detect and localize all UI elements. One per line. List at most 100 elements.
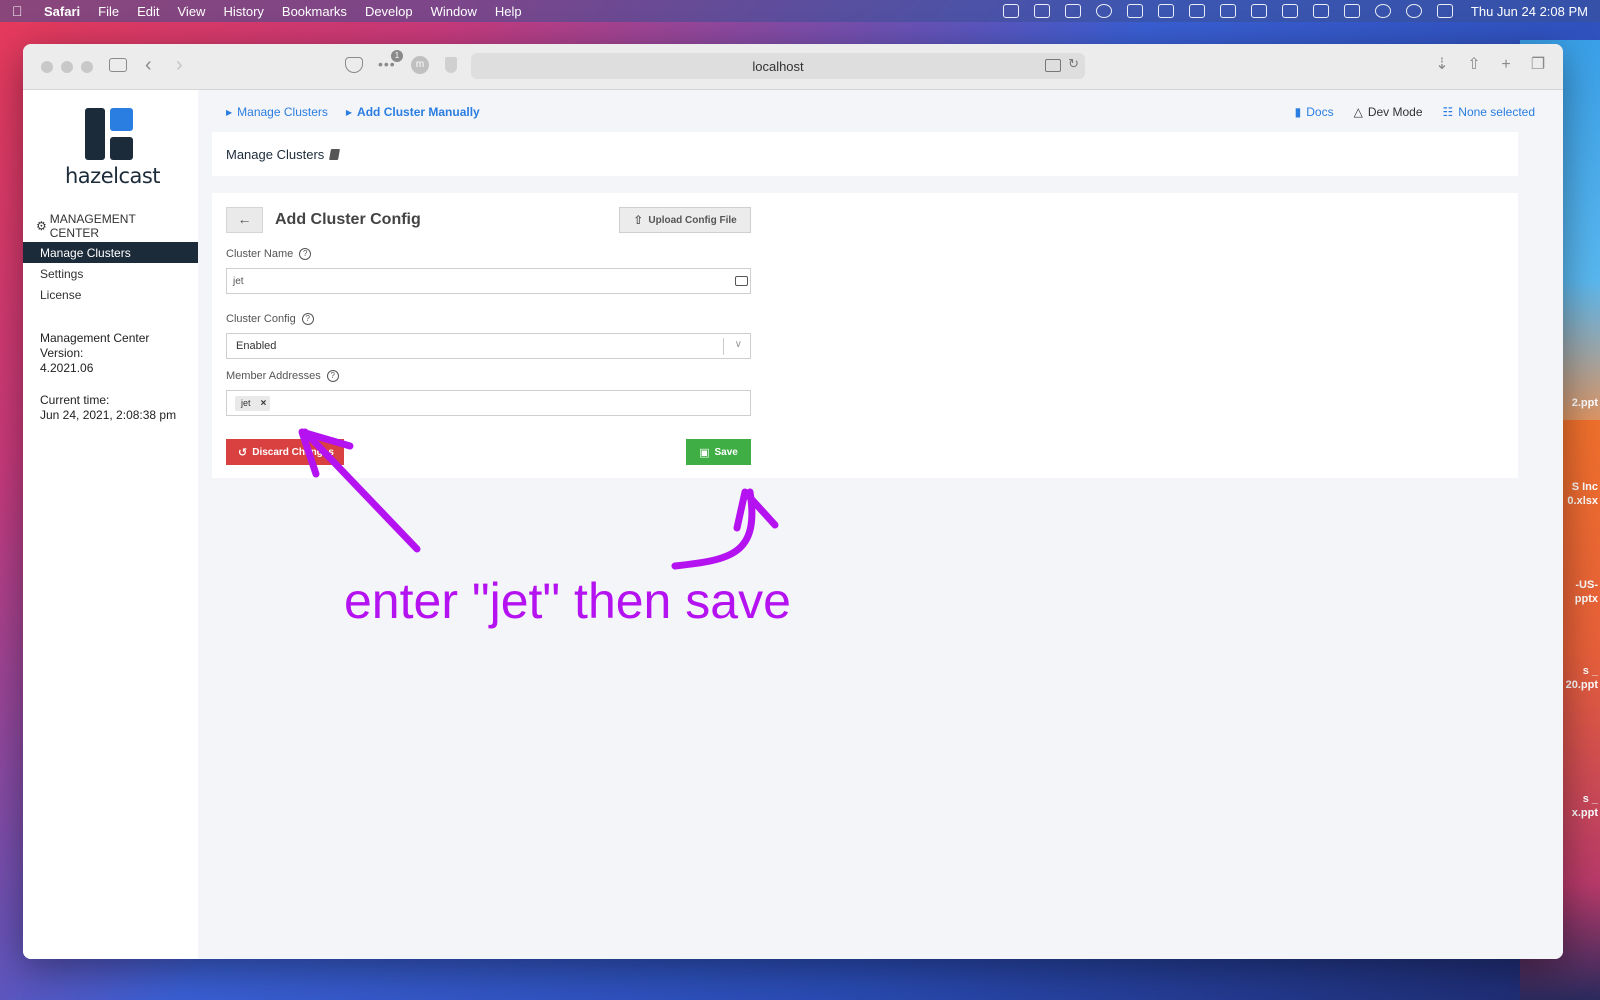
vpn-icon[interactable] [1281, 4, 1298, 18]
control-center-icon[interactable] [1436, 4, 1453, 18]
browser-toolbar: ‹ › ••• 1 m localhost ↻ ⇣ ⇧ + ❐ [23, 44, 1563, 90]
version-value: 4.2021.06 [40, 361, 94, 375]
upload-config-button[interactable]: ⇧ Upload Config File [619, 207, 751, 233]
minimize-window-icon[interactable] [61, 60, 73, 73]
menu-help[interactable]: Help [495, 4, 522, 19]
sidebar-item-license[interactable]: License [23, 284, 198, 305]
member-addresses-label-row: Member Addresses ? [226, 370, 339, 382]
shield-icon[interactable] [1126, 4, 1143, 18]
desktop-file-label[interactable]: pptx [1575, 593, 1598, 605]
pocket-icon[interactable] [345, 57, 363, 73]
sidebar-toggle-icon[interactable] [109, 58, 127, 72]
layout-icon[interactable] [1250, 4, 1267, 18]
menu-app-name[interactable]: Safari [44, 4, 80, 19]
hazelcast-logo-mark [85, 108, 135, 160]
version-info: Management Center Version: 4.2021.06 [40, 331, 150, 376]
docker-icon[interactable] [1033, 4, 1050, 18]
cluster-config-label-row: Cluster Config ? [226, 313, 314, 325]
menu-edit[interactable]: Edit [137, 4, 159, 19]
contact-card-icon[interactable] [735, 276, 748, 286]
tab-overview-icon[interactable]: ❐ [1529, 56, 1547, 74]
page-title-bar: Manage Clusters [212, 132, 1518, 176]
desktop-file-label[interactable]: s _ [1583, 793, 1598, 805]
link-icon[interactable] [1343, 4, 1360, 18]
pause-icon[interactable] [1095, 4, 1112, 18]
menu-develop[interactable]: Develop [365, 4, 413, 19]
arrow-left-icon: ← [237, 211, 252, 227]
help-icon[interactable]: ? [299, 248, 312, 260]
extension-shield-icon[interactable] [445, 57, 457, 73]
tray-app-icon[interactable] [1002, 4, 1019, 18]
desktop-file-label[interactable]: x.ppt [1572, 807, 1598, 819]
close-window-icon[interactable] [41, 60, 53, 73]
cluster-config-select[interactable]: Enabled ∨ [226, 333, 751, 359]
sidebar-item-settings[interactable]: Settings [23, 263, 198, 284]
extension-m-icon[interactable]: m [411, 56, 429, 74]
check-icon[interactable] [1188, 4, 1205, 18]
reload-icon[interactable]: ↻ [1068, 56, 1079, 72]
bi-icon[interactable] [1157, 4, 1174, 18]
select-divider [723, 338, 724, 355]
caret-right-icon: ▶ [345, 107, 353, 117]
menu-bookmarks[interactable]: Bookmarks [282, 4, 347, 19]
menu-window[interactable]: Window [431, 4, 477, 19]
book-icon: ▮ [1294, 105, 1302, 119]
new-tab-icon[interactable]: + [1497, 56, 1515, 74]
back-button[interactable]: ← [226, 207, 263, 233]
version-label: Management Center Version: [40, 331, 150, 360]
dev-mode-toggle[interactable]: △ Dev Mode [1354, 105, 1423, 119]
breadcrumb: ▶ Manage Clusters ▶ Add Cluster Manually [226, 105, 498, 119]
hazelcast-logo[interactable]: hazelcast [65, 108, 161, 188]
sidebar-item-manage-clusters[interactable]: Manage Clusters [23, 242, 198, 263]
zoom-window-icon[interactable] [81, 60, 93, 73]
share-icon[interactable]: ⇧ [1465, 56, 1483, 74]
user-icon[interactable] [1374, 4, 1391, 18]
member-address-tag: jet × [235, 395, 271, 411]
desktop-file-label[interactable]: 2.ppt [1572, 397, 1598, 409]
menu-clock[interactable]: Thu Jun 24 2:08 PM [1471, 4, 1588, 19]
docs-link[interactable]: ▮ Docs [1295, 105, 1334, 119]
toolbar-right-group: ⇣ ⇧ + ❐ [1419, 56, 1547, 74]
desktop-file-label[interactable]: 0.xlsx [1567, 495, 1598, 507]
downloads-icon[interactable]: ⇣ [1433, 56, 1451, 74]
menu-file[interactable]: File [98, 4, 119, 19]
desktop-file-label[interactable]: 20.ppt [1566, 679, 1598, 691]
menu-history[interactable]: History [223, 4, 263, 19]
member-addresses-input[interactable]: jet × [226, 390, 751, 416]
forward-icon[interactable]: › [176, 54, 183, 77]
address-bar[interactable]: localhost ↻ [471, 53, 1085, 79]
cluster-selector[interactable]: ☷ None selected [1443, 105, 1535, 119]
more-dots-icon[interactable] [1064, 4, 1081, 18]
form-title: Add Cluster Config [275, 211, 421, 228]
desktop-file-label[interactable]: S Inc [1572, 481, 1598, 493]
search-icon[interactable] [1405, 4, 1422, 18]
breadcrumb-item[interactable]: ▶ Manage Clusters [226, 105, 328, 119]
discard-changes-button[interactable]: ↺ Discard Changes [226, 439, 344, 465]
browser-window: ‹ › ••• 1 m localhost ↻ ⇣ ⇧ + ❐ hazelcas… [23, 44, 1563, 959]
desktop-file-label[interactable]: -US- [1575, 579, 1598, 591]
chevron-down-icon[interactable]: ∨ [735, 339, 742, 350]
back-icon[interactable]: ‹ [145, 54, 152, 77]
breadcrumb-item-current[interactable]: ▶ Add Cluster Manually [346, 105, 480, 119]
cluster-name-label: Cluster Name [226, 248, 294, 260]
book-icon[interactable] [329, 148, 341, 160]
cluster-name-input[interactable]: jet [226, 268, 751, 294]
current-time-label: Current time: [40, 393, 110, 407]
save-button[interactable]: ▣ Save [686, 439, 751, 465]
cloud-icon[interactable] [1219, 4, 1236, 18]
main-content: ▶ Manage Clusters ▶ Add Cluster Manually… [198, 90, 1563, 959]
cluster-config-label: Cluster Config [226, 313, 296, 325]
translate-icon[interactable] [1045, 59, 1061, 72]
cluster-name-value: jet [233, 275, 244, 287]
help-icon[interactable]: ? [301, 313, 314, 325]
undo-icon: ↺ [238, 446, 248, 459]
menu-bar:  Safari File Edit View History Bookmark… [0, 0, 1600, 22]
desktop-file-label[interactable]: s _ [1583, 665, 1598, 677]
menu-view[interactable]: View [178, 4, 206, 19]
dev-mode-label: Dev Mode [1367, 105, 1423, 119]
apple-icon[interactable]:  [12, 4, 26, 18]
battery-icon[interactable] [1312, 4, 1329, 18]
help-icon[interactable]: ? [326, 370, 339, 382]
remove-tag-icon[interactable]: × [261, 398, 267, 409]
page-title: Manage Clusters [226, 146, 325, 162]
